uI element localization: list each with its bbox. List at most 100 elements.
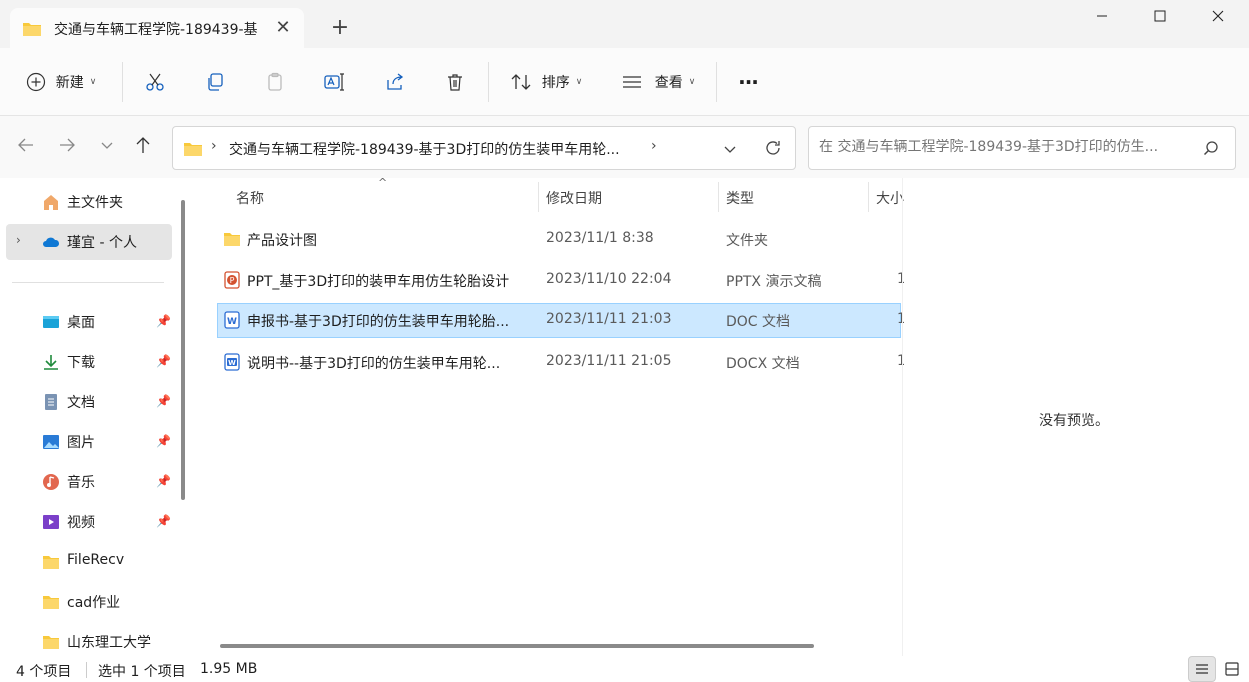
pane-divider[interactable] (902, 178, 903, 656)
back-button[interactable] (14, 136, 38, 160)
tab-active[interactable]: 交通与车辆工程学院-189439-基 ✕ (10, 8, 304, 48)
file-modified: 2023/11/1 8:38 (546, 230, 654, 246)
delete-button[interactable] (440, 62, 470, 102)
svg-text:W: W (228, 359, 236, 367)
pictures-icon (43, 435, 59, 449)
sort-icon (511, 74, 531, 90)
sidebar-item-onedrive[interactable]: › 瑾宜 - 个人 (6, 224, 172, 260)
new-label: 新建 (55, 75, 84, 91)
address-bar[interactable]: › 交通与车辆工程学院-189439-基于3D打印的仿生装甲车用轮... › (172, 126, 796, 170)
pin-icon[interactable]: 📌 (156, 394, 171, 408)
paste-button[interactable] (260, 62, 290, 102)
video-icon (43, 515, 59, 529)
cut-button[interactable] (140, 62, 170, 102)
search-input[interactable] (819, 139, 1189, 155)
sidebar-item-documents[interactable]: 文档 📌 (6, 384, 172, 420)
selection-size: 1.95 MB (200, 661, 258, 677)
sidebar-item-sdut[interactable]: 山东理工大学 (6, 624, 172, 656)
table-row[interactable]: W 申报书-基于3D打印的仿生装甲车用轮胎... 2023/11/11 21:0… (217, 303, 904, 338)
tiles-view-button[interactable] (1218, 656, 1246, 682)
folder-icon (43, 596, 59, 609)
status-bar: 4 个项目 选中 1 个项目 1.95 MB (0, 656, 1249, 682)
file-type: DOCX 文档 (726, 356, 800, 372)
table-row[interactable]: W 说明书--基于3D打印的仿生装甲车用轮... 2023/11/11 21:0… (217, 345, 904, 380)
folder-icon (43, 556, 59, 569)
breadcrumb-separator-icon[interactable]: › (651, 138, 657, 154)
paste-icon (268, 72, 282, 91)
sidebar-item-label: 图片 (67, 435, 95, 451)
sidebar-item-music[interactable]: 音乐 📌 (6, 464, 172, 500)
pin-icon[interactable]: 📌 (156, 474, 171, 488)
pptx-icon: P (224, 271, 240, 289)
refresh-icon[interactable] (763, 138, 783, 158)
tab-title: 交通与车辆工程学院-189439-基 (54, 22, 258, 38)
copy-button[interactable] (200, 62, 230, 102)
sidebar-item-pictures[interactable]: 图片 📌 (6, 424, 172, 460)
sort-button[interactable]: 排序 ∨ (504, 62, 588, 102)
sidebar-scrollbar[interactable] (181, 200, 185, 500)
recent-locations-button[interactable] (100, 138, 118, 156)
music-icon (43, 474, 59, 490)
download-icon (44, 355, 58, 370)
sidebar-item-label: 音乐 (67, 475, 95, 491)
search-box[interactable] (808, 126, 1236, 170)
folder-icon (43, 636, 59, 649)
sidebar-item-cad[interactable]: cad作业 (6, 584, 172, 620)
pin-icon[interactable]: 📌 (156, 314, 171, 328)
share-button[interactable] (380, 62, 410, 102)
column-header-type[interactable]: 类型 (726, 188, 754, 208)
file-type: PPTX 演示文稿 (726, 274, 822, 290)
column-header-modified[interactable]: 修改日期 (546, 188, 602, 208)
maximize-button[interactable] (1130, 0, 1190, 32)
details-view-button[interactable] (1188, 656, 1216, 682)
sidebar-item-filerecv[interactable]: FileRecv (6, 544, 172, 580)
breadcrumb-separator-icon[interactable]: › (211, 138, 217, 154)
rename-button[interactable] (320, 62, 350, 102)
chevron-down-icon: ∨ (688, 77, 696, 87)
tab-close-icon[interactable]: ✕ (272, 17, 294, 39)
up-button[interactable] (134, 136, 158, 160)
file-modified: 2023/11/11 21:05 (546, 353, 672, 369)
pin-icon[interactable]: 📌 (156, 514, 171, 528)
column-divider[interactable] (868, 182, 869, 212)
column-header-size[interactable]: 大小 (876, 188, 904, 208)
breadcrumb-path[interactable]: 交通与车辆工程学院-189439-基于3D打印的仿生装甲车用轮... (229, 139, 649, 159)
folder-icon (224, 233, 240, 246)
column-header-name[interactable]: 名称 (236, 188, 264, 208)
column-divider[interactable] (538, 182, 539, 212)
chevron-down-icon: ∨ (89, 77, 97, 87)
file-type: DOC 文档 (726, 314, 791, 330)
column-divider[interactable] (718, 182, 719, 212)
sidebar-item-label: 视频 (67, 515, 95, 531)
folder-icon (23, 23, 41, 36)
home-icon (44, 195, 58, 210)
table-row[interactable]: P PPT_基于3D打印的装甲车用仿生轮胎设计 2023/11/10 22:04… (217, 263, 904, 298)
forward-button[interactable] (58, 136, 82, 160)
sidebar-item-desktop[interactable]: 桌面 📌 (6, 304, 172, 340)
view-list-icon (622, 76, 641, 88)
file-name: PPT_基于3D打印的装甲车用仿生轮胎设计 (247, 274, 510, 290)
new-button[interactable]: 新建 ∨ (16, 62, 106, 102)
view-button[interactable]: 查看 ∨ (616, 62, 700, 102)
copy-icon (208, 73, 223, 91)
item-count: 4 个项目 (16, 664, 72, 680)
pin-icon[interactable]: 📌 (156, 434, 171, 448)
chevron-down-icon[interactable] (723, 142, 737, 156)
arrow-left-icon (18, 138, 33, 152)
new-tab-button[interactable]: + (328, 17, 352, 41)
sidebar-item-videos[interactable]: 视频 📌 (6, 504, 172, 540)
rename-icon (324, 73, 344, 91)
sidebar-item-label: 瑾宜 - 个人 (67, 235, 137, 251)
pin-icon[interactable]: 📌 (156, 354, 171, 368)
sidebar-item-home[interactable]: 主文件夹 (6, 184, 172, 220)
close-window-button[interactable] (1188, 0, 1248, 32)
table-row[interactable]: 产品设计图 2023/11/1 8:38 文件夹 (217, 222, 901, 257)
horizontal-scrollbar[interactable] (220, 644, 814, 648)
chevron-right-icon[interactable]: › (16, 233, 21, 247)
plus-circle-icon (26, 72, 45, 92)
document-icon (45, 394, 57, 410)
more-options-button[interactable]: ··· (730, 62, 766, 102)
maximize-icon (1154, 10, 1166, 22)
sidebar-item-downloads[interactable]: 下载 📌 (6, 344, 172, 380)
minimize-button[interactable] (1072, 0, 1132, 32)
